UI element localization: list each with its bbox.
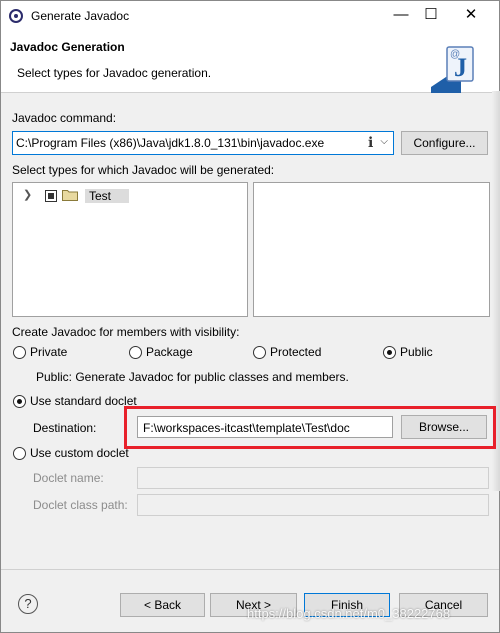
back-button[interactable]: < Back	[120, 593, 205, 617]
javadoc-command-combo[interactable]: C:\Program Files (x86)\Java\jdk1.8.0_131…	[12, 131, 394, 155]
doclet-name-label: Doclet name:	[33, 471, 104, 485]
radio-package-indicator[interactable]	[129, 346, 142, 359]
radio-public-indicator[interactable]	[383, 346, 396, 359]
javadoc-wizard-icon: J @	[431, 46, 474, 93]
svg-text:@: @	[450, 49, 460, 60]
standard-doclet-label: Use standard doclet	[30, 394, 137, 408]
tree-checkbox[interactable]	[45, 190, 57, 202]
watermark-text: https://blog.csdn.net/m0_38222768	[247, 606, 451, 621]
types-list[interactable]	[253, 182, 490, 317]
radio-private-label: Private	[30, 345, 68, 359]
destination-highlight-box	[124, 406, 496, 449]
project-folder-icon	[62, 190, 78, 201]
eclipse-icon	[9, 9, 23, 23]
chevron-right-icon[interactable]: ❯	[23, 188, 32, 201]
close-button[interactable]: ✕	[459, 5, 483, 25]
radio-private-indicator[interactable]	[13, 346, 26, 359]
custom-doclet-label: Use custom doclet	[30, 446, 129, 460]
radio-package-label: Package	[146, 345, 193, 359]
minimize-button[interactable]: —	[389, 5, 413, 25]
destination-label: Destination:	[33, 421, 97, 435]
javadoc-command-label: Javadoc command:	[12, 111, 117, 125]
text-cursor-icon: ℹ	[368, 134, 374, 150]
help-icon[interactable]: ?	[18, 594, 38, 614]
doclet-classpath-label: Doclet class path:	[33, 498, 128, 512]
maximize-button[interactable]: ☐	[419, 5, 443, 25]
visibility-description: Public: Generate Javadoc for public clas…	[36, 370, 349, 384]
generate-javadoc-dialog: Generate Javadoc — ☐ ✕ Javadoc Generatio…	[0, 0, 500, 633]
title-bar: Generate Javadoc — ☐ ✕	[1, 1, 499, 31]
doclet-name-field[interactable]	[137, 467, 489, 489]
radio-standard-doclet-indicator[interactable]	[13, 395, 26, 408]
project-tree[interactable]: ❯ Test	[12, 182, 248, 317]
page-title: Javadoc Generation	[10, 40, 125, 54]
window-title: Generate Javadoc	[31, 9, 130, 23]
wizard-banner: Javadoc Generation Select types for Java…	[1, 31, 499, 93]
doclet-classpath-field[interactable]	[137, 494, 489, 516]
footer-separator	[1, 569, 499, 570]
radio-public-label: Public	[400, 345, 433, 359]
page-description: Select types for Javadoc generation.	[17, 66, 212, 80]
tree-item-label: Test	[85, 189, 130, 203]
select-types-label: Select types for which Javadoc will be g…	[12, 163, 275, 177]
radio-protected-label: Protected	[270, 345, 322, 359]
radio-custom-doclet-indicator[interactable]	[13, 447, 26, 460]
radio-protected-indicator[interactable]	[253, 346, 266, 359]
javadoc-command-value: C:\Program Files (x86)\Java\jdk1.8.0_131…	[16, 136, 325, 150]
visibility-label: Create Javadoc for members with visibili…	[12, 325, 240, 339]
configure-button[interactable]: Configure...	[401, 131, 488, 155]
chevron-down-icon[interactable]: ⌵	[380, 136, 388, 147]
